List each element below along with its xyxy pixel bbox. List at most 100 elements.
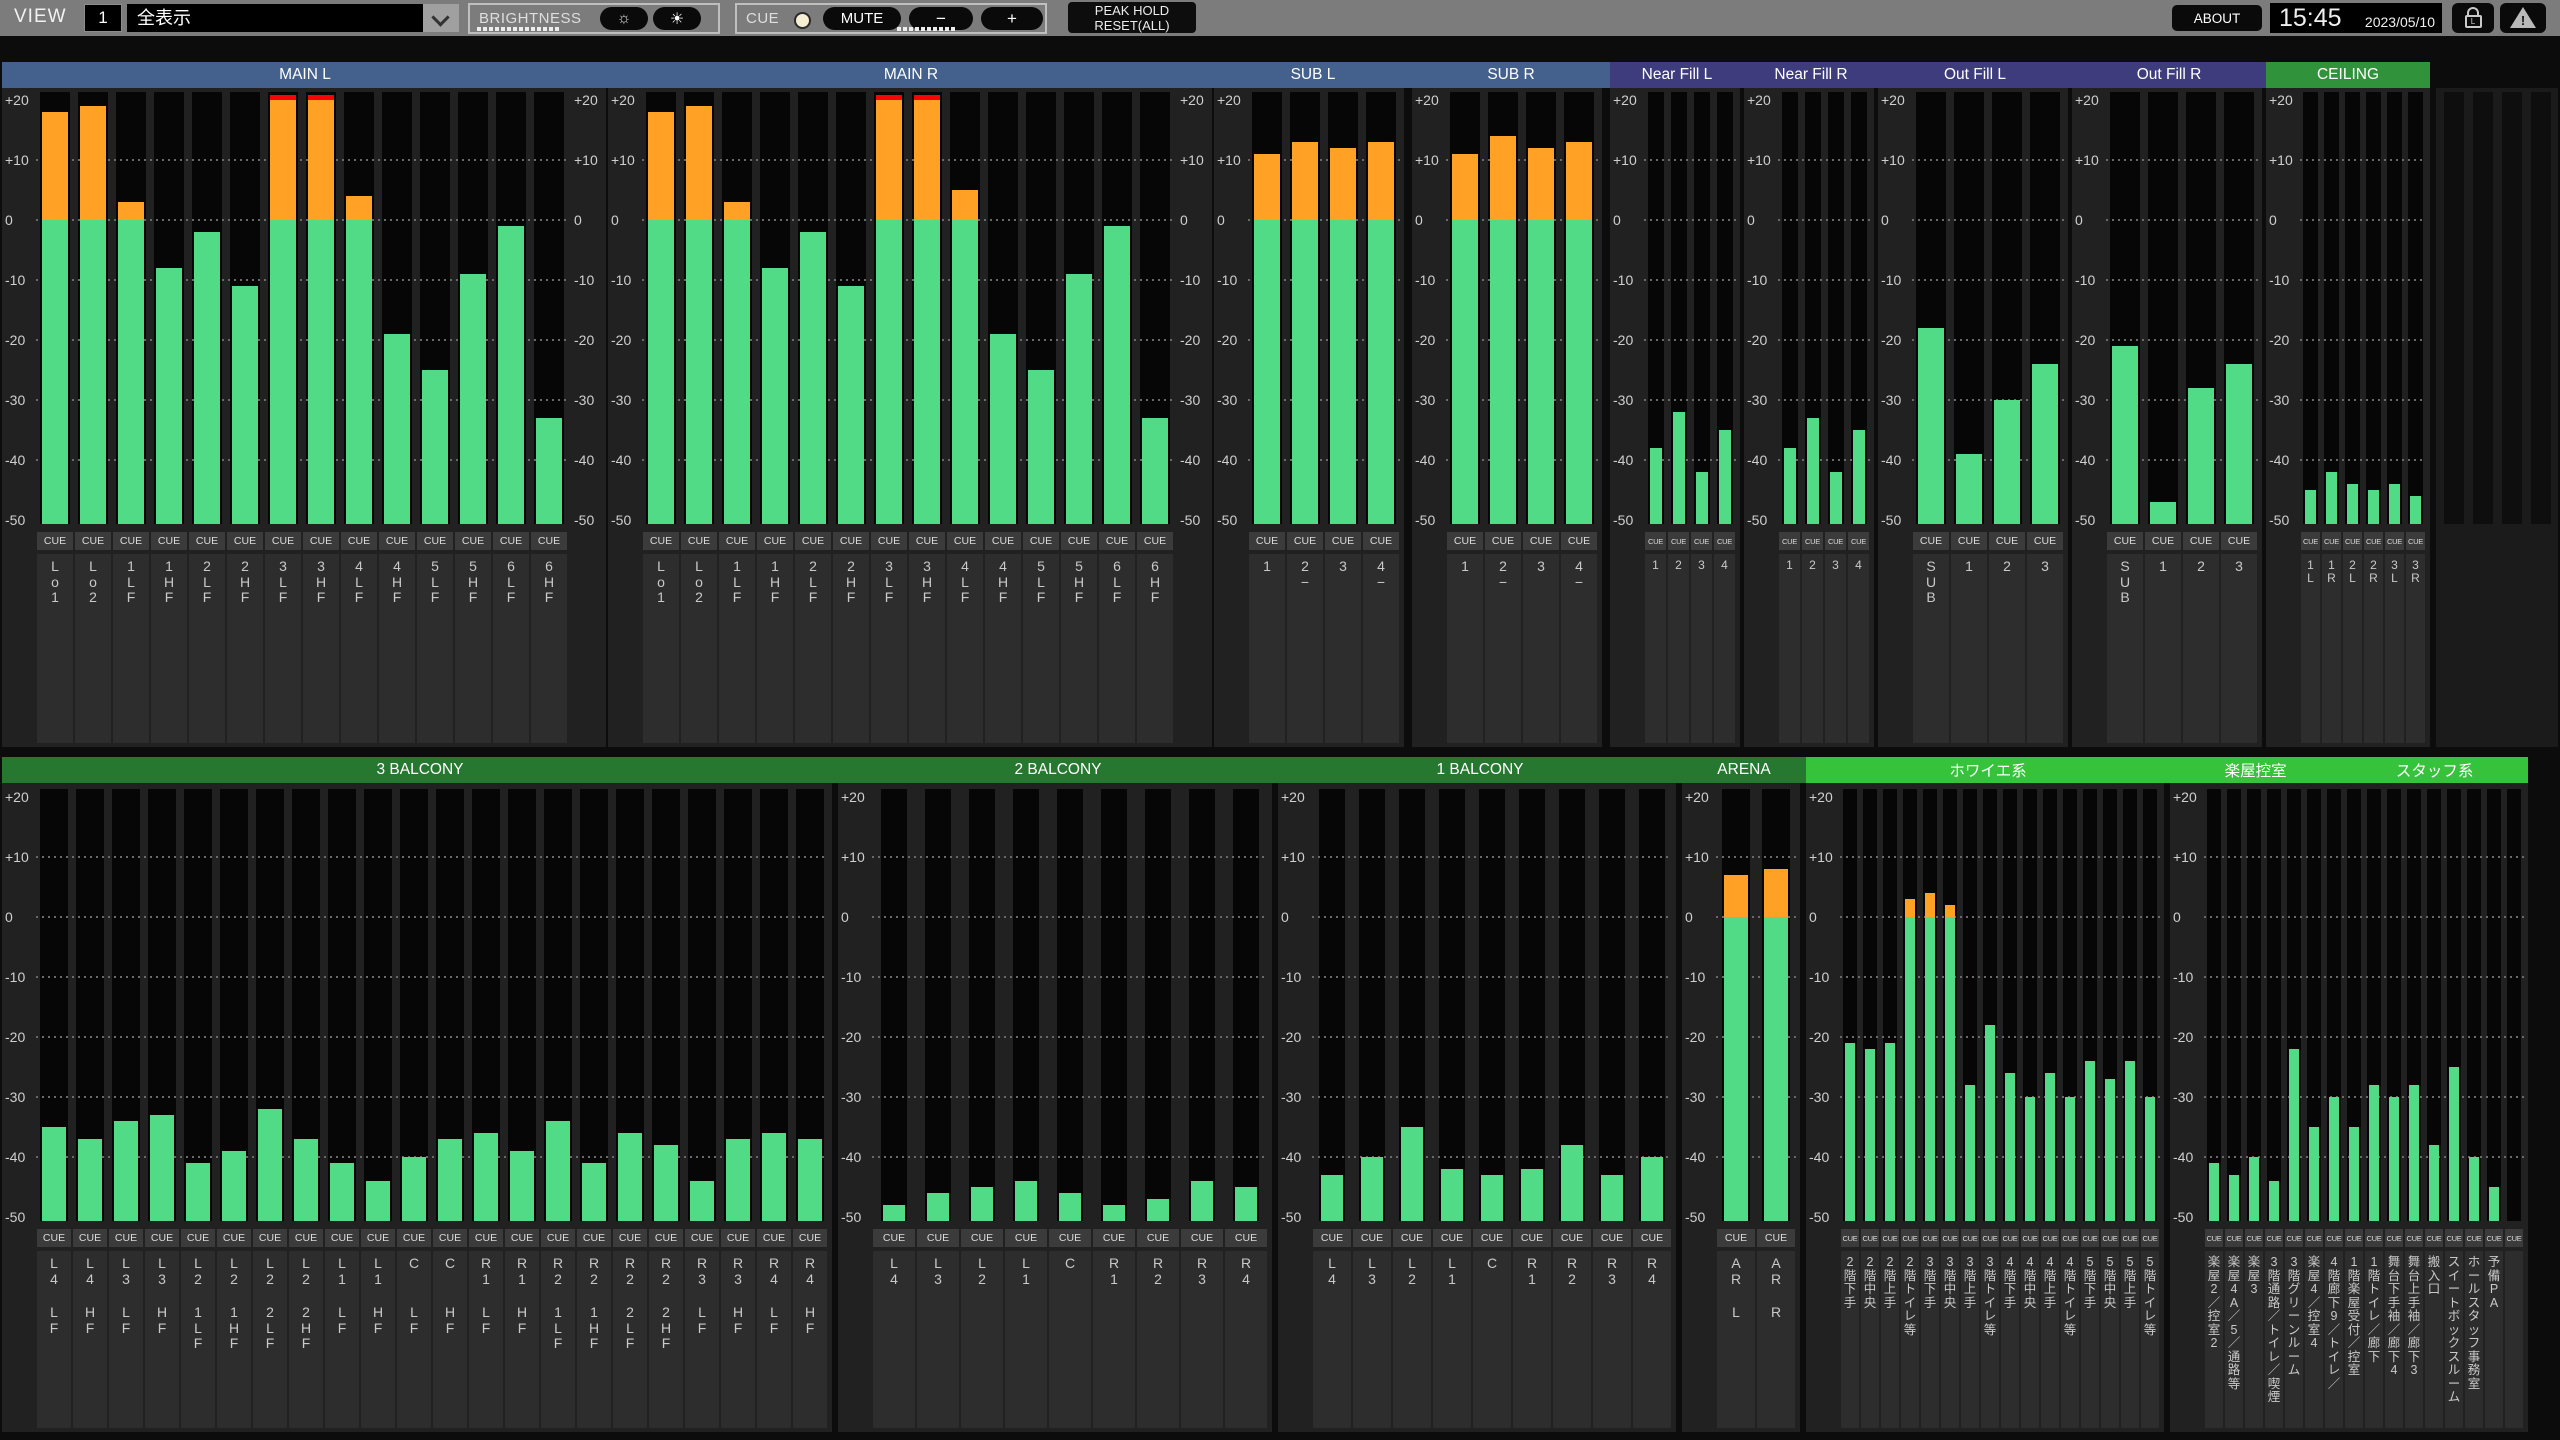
cue-cell[interactable]: CUE — [613, 1229, 647, 1247]
cue-cell[interactable]: CUE — [2505, 1229, 2523, 1247]
cue-cell[interactable]: CUE — [113, 532, 149, 550]
cue-cell[interactable]: CUE — [531, 532, 567, 550]
cue-cell[interactable]: CUE — [2305, 1229, 2323, 1247]
cue-cell[interactable]: CUE — [685, 1229, 719, 1247]
cue-cell[interactable]: CUE — [1848, 532, 1869, 550]
cue-cell[interactable]: CUE — [2221, 532, 2257, 550]
cue-cell[interactable]: CUE — [151, 532, 187, 550]
cue-cell[interactable]: CUE — [681, 532, 717, 550]
cue-cell[interactable]: CUE — [109, 1229, 143, 1247]
cue-plus-button[interactable]: + — [981, 7, 1043, 30]
warning-button[interactable]: ! — [2500, 3, 2546, 33]
cue-cell[interactable]: CUE — [1137, 532, 1173, 550]
cue-cell[interactable]: CUE — [2041, 1229, 2059, 1247]
cue-cell[interactable]: CUE — [2141, 1229, 2159, 1247]
cue-cell[interactable]: CUE — [2364, 532, 2383, 550]
cue-cell[interactable]: CUE — [2285, 1229, 2303, 1247]
cue-cell[interactable]: CUE — [961, 1229, 1003, 1247]
cue-cell[interactable]: CUE — [917, 1229, 959, 1247]
cue-cell[interactable]: CUE — [2061, 1229, 2079, 1247]
cue-cell[interactable]: CUE — [757, 532, 793, 550]
cue-cell[interactable]: CUE — [433, 1229, 467, 1247]
brightness-up-button[interactable]: ☀ — [653, 7, 701, 30]
cue-cell[interactable]: CUE — [2385, 532, 2404, 550]
cue-cell[interactable]: CUE — [37, 1229, 71, 1247]
cue-cell[interactable]: CUE — [947, 532, 983, 550]
cue-cell[interactable]: CUE — [75, 532, 111, 550]
cue-cell[interactable]: CUE — [649, 1229, 683, 1247]
cue-cell[interactable]: CUE — [1523, 532, 1559, 550]
cue-cell[interactable]: CUE — [1181, 1229, 1223, 1247]
cue-cell[interactable]: CUE — [1513, 1229, 1551, 1247]
cue-cell[interactable]: CUE — [2365, 1229, 2383, 1247]
cue-cell[interactable]: CUE — [1137, 1229, 1179, 1247]
cue-cell[interactable]: CUE — [303, 532, 339, 550]
cue-cell[interactable]: CUE — [2265, 1229, 2283, 1247]
cue-cell[interactable]: CUE — [1901, 1229, 1919, 1247]
cue-cell[interactable]: CUE — [2225, 1229, 2243, 1247]
cue-cell[interactable]: CUE — [1325, 532, 1361, 550]
cue-cell[interactable]: CUE — [721, 1229, 755, 1247]
cue-cell[interactable]: CUE — [1841, 1229, 1859, 1247]
cue-cell[interactable]: CUE — [1913, 532, 1949, 550]
cue-cell[interactable]: CUE — [493, 532, 529, 550]
cue-cell[interactable]: CUE — [643, 532, 679, 550]
cue-cell[interactable]: CUE — [2445, 1229, 2463, 1247]
cue-cell[interactable]: CUE — [2322, 532, 2341, 550]
cue-cell[interactable]: CUE — [1287, 532, 1323, 550]
cue-cell[interactable]: CUE — [1353, 1229, 1391, 1247]
cue-cell[interactable]: CUE — [1447, 532, 1483, 550]
cue-cell[interactable]: CUE — [265, 532, 301, 550]
cue-cell[interactable]: CUE — [2385, 1229, 2403, 1247]
cue-cell[interactable]: CUE — [833, 532, 869, 550]
cue-cell[interactable]: CUE — [1802, 532, 1823, 550]
cue-cell[interactable]: CUE — [1593, 1229, 1631, 1247]
cue-cell[interactable]: CUE — [1633, 1229, 1671, 1247]
cue-cell[interactable]: CUE — [2405, 1229, 2423, 1247]
cue-cell[interactable]: CUE — [2345, 1229, 2363, 1247]
cue-cell[interactable]: CUE — [2301, 532, 2320, 550]
cue-cell[interactable]: CUE — [417, 532, 453, 550]
cue-cell[interactable]: CUE — [541, 1229, 575, 1247]
mute-button[interactable]: MUTE — [823, 7, 901, 30]
cue-cell[interactable]: CUE — [253, 1229, 287, 1247]
cue-cell[interactable]: CUE — [719, 532, 755, 550]
cue-cell[interactable]: CUE — [2325, 1229, 2343, 1247]
cue-cell[interactable]: CUE — [1921, 1229, 1939, 1247]
cue-cell[interactable]: CUE — [2406, 532, 2425, 550]
cue-cell[interactable]: CUE — [2343, 532, 2362, 550]
cue-cell[interactable]: CUE — [469, 1229, 503, 1247]
about-button[interactable]: ABOUT — [2172, 5, 2262, 31]
cue-cell[interactable]: CUE — [1433, 1229, 1471, 1247]
view-select[interactable]: 全表示 — [127, 4, 459, 32]
cue-cell[interactable]: CUE — [1757, 1229, 1795, 1247]
cue-cell[interactable]: CUE — [1691, 532, 1712, 550]
cue-cell[interactable]: CUE — [455, 532, 491, 550]
cue-cell[interactable]: CUE — [2081, 1229, 2099, 1247]
cue-cell[interactable]: CUE — [873, 1229, 915, 1247]
cue-cell[interactable]: CUE — [2465, 1229, 2483, 1247]
cue-cell[interactable]: CUE — [325, 1229, 359, 1247]
cue-cell[interactable]: CUE — [1561, 532, 1597, 550]
cue-cell[interactable]: CUE — [1717, 1229, 1755, 1247]
brightness-down-button[interactable]: ☼ — [600, 7, 648, 30]
cue-cell[interactable]: CUE — [1249, 532, 1285, 550]
cue-cell[interactable]: CUE — [505, 1229, 539, 1247]
cue-cell[interactable]: CUE — [1099, 532, 1135, 550]
view-select-dropdown-button[interactable] — [423, 4, 459, 32]
cue-cell[interactable]: CUE — [757, 1229, 791, 1247]
cue-cell[interactable]: CUE — [1861, 1229, 1879, 1247]
cue-cell[interactable]: CUE — [397, 1229, 431, 1247]
cue-cell[interactable]: CUE — [227, 532, 263, 550]
cue-cell[interactable]: CUE — [1645, 532, 1666, 550]
cue-cell[interactable]: CUE — [2425, 1229, 2443, 1247]
cue-cell[interactable]: CUE — [73, 1229, 107, 1247]
cue-cell[interactable]: CUE — [1313, 1229, 1351, 1247]
cue-cell[interactable]: CUE — [37, 532, 73, 550]
cue-cell[interactable]: CUE — [341, 532, 377, 550]
cue-cell[interactable]: CUE — [1668, 532, 1689, 550]
cue-cell[interactable]: CUE — [1023, 532, 1059, 550]
cue-cell[interactable]: CUE — [1951, 532, 1987, 550]
cue-cell[interactable]: CUE — [795, 532, 831, 550]
cue-cell[interactable]: CUE — [871, 532, 907, 550]
